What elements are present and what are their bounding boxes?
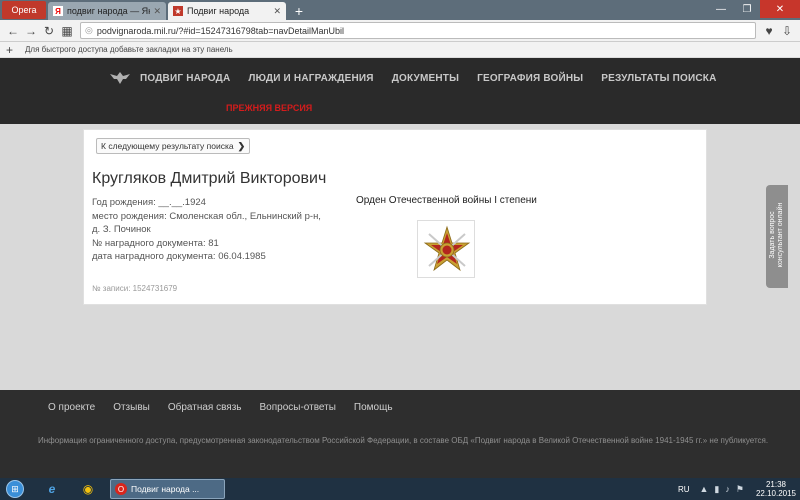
system-tray: RU ▲ ▮ ♪ ⚑ 21:38 22.10.2015 [678, 478, 796, 500]
footer-link-reviews[interactable]: Отзывы [113, 402, 150, 413]
ask-question-tab[interactable]: Задать вопрос консультант онлайн [766, 185, 788, 288]
tab-close-icon[interactable]: ✕ [153, 6, 161, 17]
nav-search-results[interactable]: РЕЗУЛЬТАТЫ ПОИСКА [601, 73, 716, 84]
footer-link-feedback[interactable]: Обратная связь [168, 402, 242, 413]
bookmarks-hint: Для быстрого доступа добавьте закладки н… [25, 45, 233, 54]
order-favicon-icon: ★ [173, 6, 183, 16]
url-text: podvignaroda.mil.ru/?#id=15247316798tab=… [96, 25, 345, 36]
award-doc-number: № наградного документа: 81 [92, 237, 219, 249]
bookmarks-bar: + Для быстрого доступа добавьте закладки… [0, 42, 800, 58]
taskbar-opera-app[interactable]: O Подвиг народа ... [110, 479, 225, 499]
taskbar-app-label: Подвиг народа ... [131, 484, 200, 494]
start-button[interactable]: ⊞ [0, 478, 30, 500]
footer-nav: О проекте Отзывы Обратная связь Вопросы-… [48, 402, 411, 413]
windows-logo-icon: ⊞ [6, 480, 24, 498]
volume-icon[interactable]: ♪ [725, 484, 730, 494]
window-close-icon[interactable]: ✕ [760, 0, 800, 18]
chrome-icon[interactable]: ◉ [74, 479, 102, 499]
old-version-link[interactable]: ПРЕЖНЯЯ ВЕРСИЯ [226, 103, 312, 113]
new-tab-button[interactable]: + [290, 2, 308, 20]
birth-place: место рождения: Смоленская обл., Ельнинс… [92, 210, 321, 222]
network-icon[interactable]: ▮ [714, 484, 719, 495]
site-footer: О проекте Отзывы Обратная связь Вопросы-… [0, 390, 800, 478]
footer-link-faq[interactable]: Вопросы-ответы [260, 402, 336, 413]
person-name: Кругляков Дмитрий Викторович [92, 170, 327, 187]
award-title[interactable]: Орден Отечественной войны I степени [356, 195, 537, 206]
speed-dial-icon[interactable]: ▦ [58, 22, 76, 40]
forward-arrow-icon[interactable]: → [22, 22, 40, 40]
back-arrow-icon[interactable]: ← [4, 22, 22, 40]
bookmark-heart-icon[interactable]: ♥ [760, 22, 778, 40]
birth-place-village: д. З. Починок [92, 224, 151, 235]
language-indicator[interactable]: RU [678, 485, 690, 494]
browser-tab-strip: Opera Я подвиг народа — Яндек ✕ ★ Подвиг… [0, 0, 800, 20]
order-medal-image[interactable] [417, 220, 475, 278]
footer-link-help[interactable]: Помощь [354, 402, 393, 413]
tab-close-icon[interactable]: ✕ [273, 6, 281, 17]
chevron-right-icon: ❯ [237, 140, 246, 151]
add-bookmark-icon[interactable]: + [6, 43, 13, 57]
maximize-icon[interactable]: ❐ [734, 0, 760, 18]
next-result-label: К следующему результату поиска [101, 141, 234, 151]
tab-podvig-naroda[interactable]: ★ Подвиг народа ✕ [168, 2, 286, 20]
main-nav: ПОДВИГ НАРОДА ЛЮДИ И НАГРАЖДЕНИЯ ДОКУМЕН… [108, 70, 735, 86]
address-bar: ← → ↻ ▦ ◎ podvignaroda.mil.ru/?#id=15247… [0, 20, 800, 42]
clock[interactable]: 21:38 22.10.2015 [756, 480, 796, 498]
clock-date: 22.10.2015 [755, 489, 796, 498]
tab-label: подвиг народа — Яндек [67, 6, 150, 16]
nav-people-awards[interactable]: ЛЮДИ И НАГРАЖДЕНИЯ [248, 73, 373, 84]
ask-question-label: Задать вопрос консультант онлайн [769, 203, 785, 267]
internet-explorer-icon[interactable]: e [38, 479, 66, 499]
windows-taskbar: ⊞ e ◉ O Подвиг народа ... RU ▲ ▮ ♪ ⚑ 21:… [0, 478, 800, 500]
globe-icon: ◎ [85, 25, 93, 35]
nav-documents[interactable]: ДОКУМЕНТЫ [392, 73, 459, 84]
opera-menu-button[interactable]: Opera [2, 1, 46, 19]
person-info: Год рождения: __.__.1924 место рождения:… [92, 196, 321, 264]
opera-icon: O [115, 483, 127, 495]
tray-up-arrow-icon[interactable]: ▲ [700, 484, 709, 494]
tab-label: Подвиг народа [187, 6, 250, 16]
url-input[interactable]: ◎ podvignaroda.mil.ru/?#id=15247316798ta… [80, 22, 756, 39]
tab-yandex[interactable]: Я подвиг народа — Яндек ✕ [48, 2, 166, 20]
clock-time: 21:38 [765, 480, 786, 489]
footer-link-about[interactable]: О проекте [48, 402, 95, 413]
order-star-icon [423, 225, 471, 272]
minimize-icon[interactable]: — [708, 0, 734, 18]
next-result-button[interactable]: К следующему результату поиска ❯ [96, 138, 251, 154]
download-icon[interactable]: ⇩ [778, 22, 796, 40]
footer-disclaimer: Информация ограниченного доступа, предус… [38, 436, 769, 445]
award-doc-date: дата наградного документа: 06.04.1985 [92, 251, 266, 262]
yandex-favicon-icon: Я [53, 6, 63, 16]
site-header: ПОДВИГ НАРОДА ЛЮДИ И НАГРАЖДЕНИЯ ДОКУМЕН… [0, 58, 800, 124]
ask-question-line1: Задать вопрос [769, 211, 776, 259]
eagle-emblem-icon[interactable] [108, 70, 132, 86]
nav-war-geography[interactable]: ГЕОГРАФИЯ ВОЙНЫ [477, 73, 583, 84]
reload-icon[interactable]: ↻ [40, 22, 58, 40]
nav-podvig-naroda[interactable]: ПОДВИГ НАРОДА [140, 73, 230, 84]
birth-year: Год рождения: __.__.1924 [92, 197, 206, 208]
record-card: К следующему результату поиска ❯ Кругляк… [83, 129, 707, 305]
flag-icon[interactable]: ⚑ [736, 484, 744, 495]
window-controls: — ❐ ✕ [708, 0, 800, 18]
record-number: № записи: 1524731679 [92, 284, 178, 293]
ask-question-line2: консультант онлайн [777, 202, 784, 268]
